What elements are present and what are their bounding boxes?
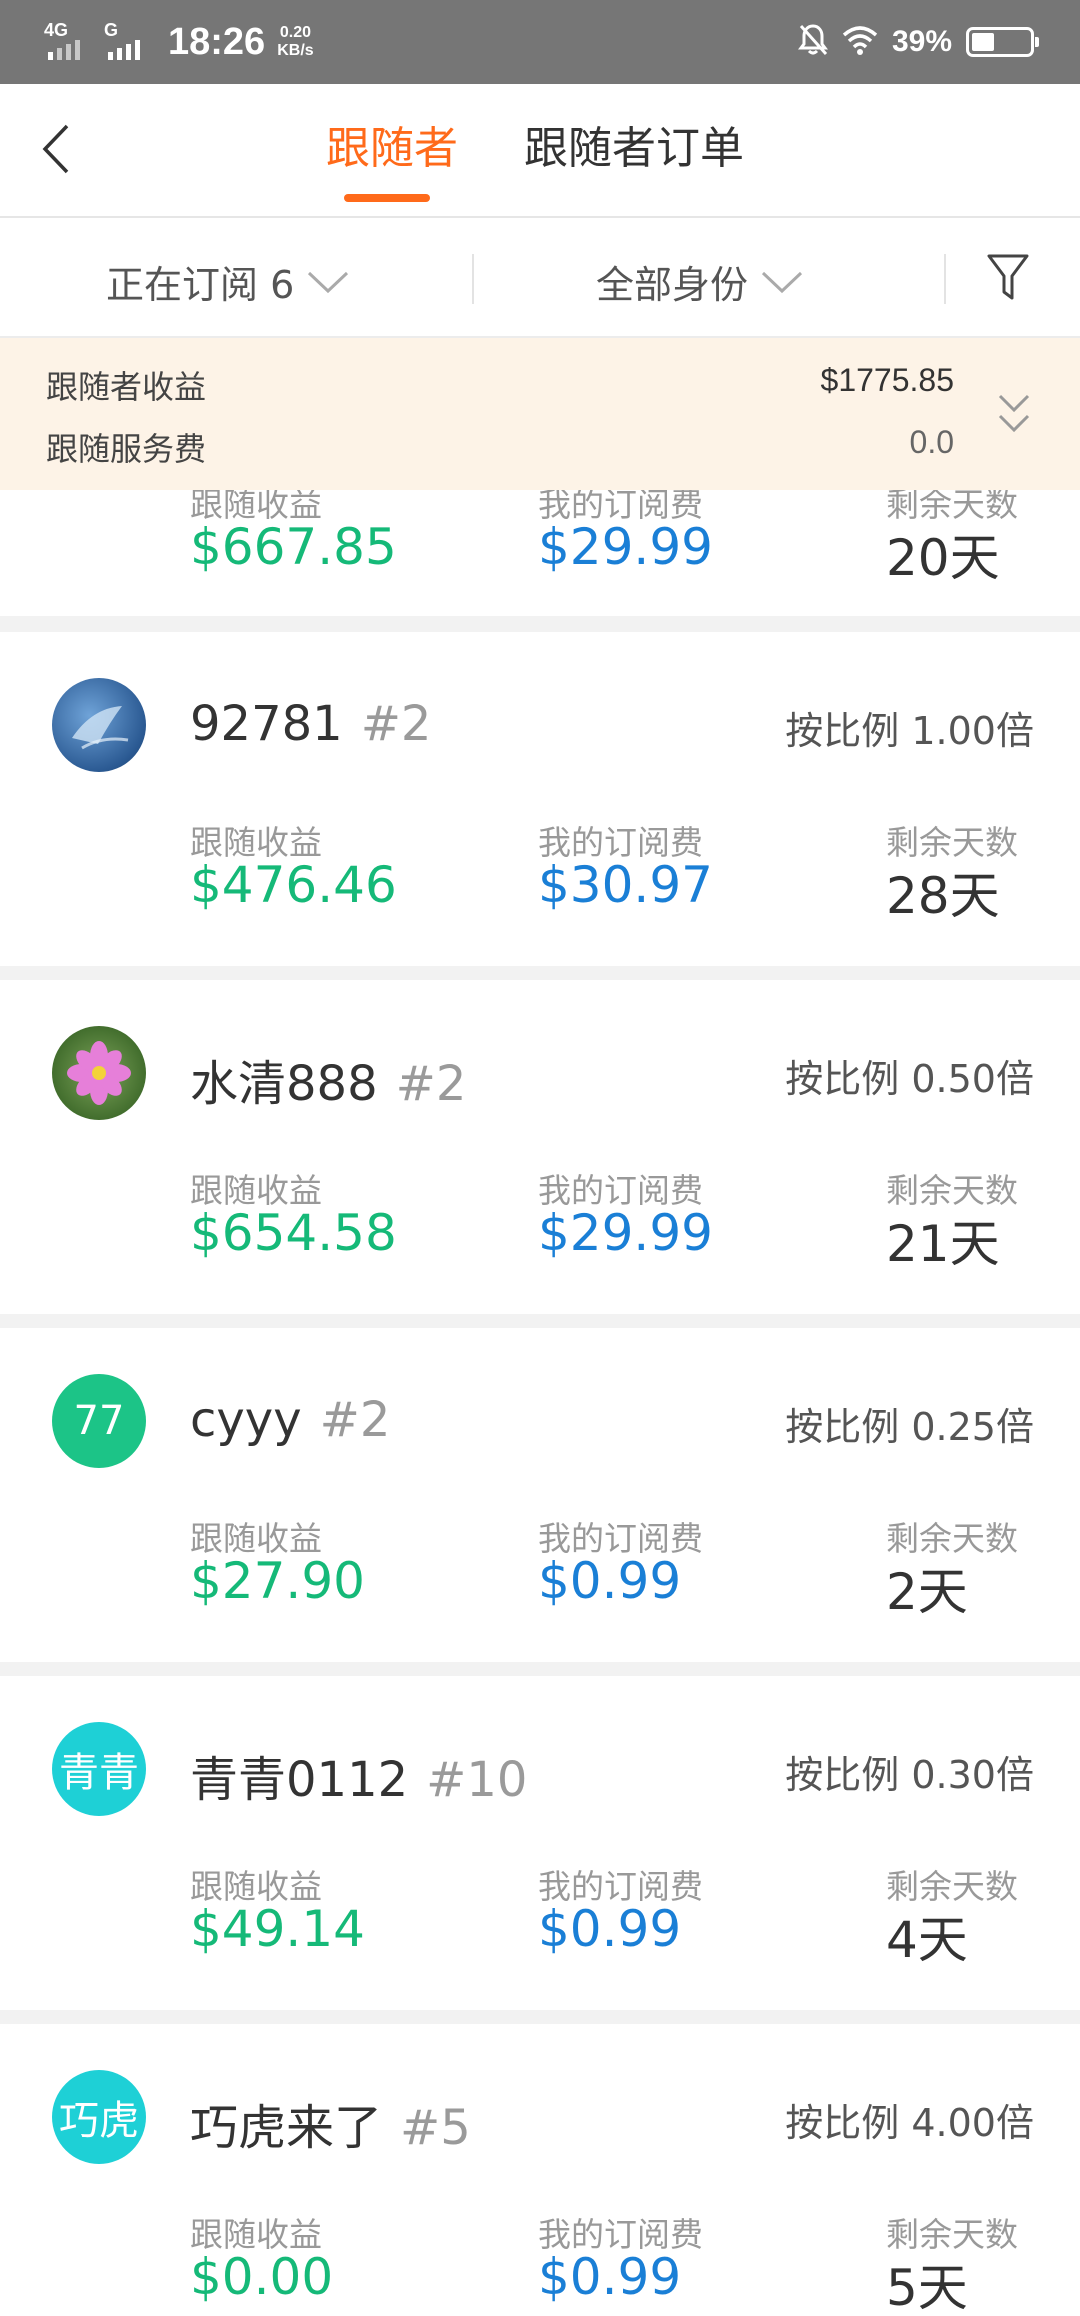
income-value: $667.85 <box>190 518 397 576</box>
days-value: 21天 <box>886 1215 1000 1273</box>
status-right: 39% <box>797 18 1039 66</box>
follower-card[interactable]: 77 cyyy #2 按比例 0.25倍 跟随收益 我的订阅费 剩余天数 $27.… <box>0 1328 1080 1662</box>
fee-value: $29.99 <box>538 1204 713 1262</box>
funnel-icon <box>987 254 1029 300</box>
days-value: 20天 <box>886 529 1000 587</box>
follower-name-text: 92781 <box>190 696 343 752</box>
follower-name: 青青0112 #10 <box>190 1740 527 1810</box>
chevron-down-icon <box>308 271 349 293</box>
chevron-left-icon <box>42 124 69 174</box>
follow-ratio: 按比例 1.00倍 <box>785 709 1034 753</box>
follower-rank: #5 <box>400 2100 471 2156</box>
follower-card[interactable]: 青青 青青0112 #10 按比例 0.30倍 跟随收益 我的订阅费 剩余天数 $… <box>0 1676 1080 2010</box>
network-type-label: G <box>104 20 119 40</box>
network-type-label: 4G <box>44 20 69 40</box>
top-nav: 跟随者 跟随者订单 <box>0 84 1080 218</box>
days-value: 2天 <box>886 1563 968 1621</box>
avatar <box>52 1026 146 1120</box>
avatar-initials: 77 <box>73 1398 125 1444</box>
avatar-initials: 青青 <box>59 1750 139 1796</box>
follower-rank: #10 <box>426 1752 528 1808</box>
tab-followers[interactable]: 跟随者 <box>326 112 458 176</box>
days-value: 5天 <box>886 2259 968 2316</box>
avatar: 77 <box>52 1374 146 1468</box>
follower-name-text: 巧虎来了 <box>190 2100 383 2156</box>
tab-follower-orders[interactable]: 跟随者订单 <box>524 112 744 176</box>
follower-card[interactable]: 巧虎 巧虎来了 #5 按比例 4.00倍 跟随收益 我的订阅费 剩余天数 $0.0… <box>0 2024 1080 2316</box>
fee-summary-label: 跟随服务费 <box>46 430 207 468</box>
fee-value: $0.99 <box>538 1552 682 1610</box>
speed-unit: KB/s <box>277 42 314 59</box>
subscription-filter-label: 正在订阅 6 <box>106 263 295 307</box>
follow-ratio: 按比例 0.25倍 <box>785 1405 1034 1449</box>
back-button[interactable] <box>26 114 86 184</box>
avatar: 青青 <box>52 1722 146 1816</box>
follower-name: 巧虎来了 #5 <box>190 2088 471 2158</box>
days-value: 28天 <box>886 867 1000 925</box>
signal-g-icon: G <box>104 20 154 64</box>
speed-value: 0.20 <box>279 24 311 41</box>
subscription-filter-dropdown[interactable]: 正在订阅 6 <box>106 254 350 309</box>
follower-name: 92781 #2 <box>190 696 431 752</box>
follow-ratio: 按比例 4.00倍 <box>785 2101 1034 2145</box>
divider <box>472 254 474 304</box>
double-chevron-down-icon <box>998 394 1030 433</box>
active-tab-indicator <box>344 194 430 202</box>
filter-funnel-button[interactable] <box>986 252 1030 306</box>
avatar-image <box>72 706 129 750</box>
fee-value: $29.99 <box>538 518 713 576</box>
status-left: 4G G 18:26 0.20 KB/s <box>44 18 314 66</box>
follower-card[interactable]: 92781 #2 按比例 1.00倍 跟随收益 我的订阅费 剩余天数 $476.4… <box>0 632 1080 966</box>
chevron-down-icon <box>761 271 803 293</box>
follower-name: cyyy #2 <box>190 1392 390 1448</box>
fee-value: $0.99 <box>538 1900 682 1958</box>
follow-ratio: 按比例 0.30倍 <box>785 1753 1034 1797</box>
status-bar: 4G G 18:26 0.20 KB/s 39% <box>0 0 1080 84</box>
flower-avatar-image <box>67 1041 131 1105</box>
follower-rank: #2 <box>360 696 432 752</box>
follower-rank: #2 <box>395 1056 467 1112</box>
income-summary-value: $1775.85 <box>820 362 954 398</box>
fee-summary-value: 0.0 <box>909 424 954 460</box>
avatar: 巧虎 <box>52 2070 146 2164</box>
filter-bar: 正在订阅 6 全部身份 <box>0 218 1080 338</box>
role-filter-dropdown[interactable]: 全部身份 <box>596 254 804 309</box>
days-value: 4天 <box>886 1911 968 1969</box>
avatar-initials: 巧虎 <box>59 2098 139 2144</box>
avatar <box>52 678 146 772</box>
battery-icon <box>966 27 1039 57</box>
income-summary-label: 跟随者收益 <box>46 368 207 406</box>
signal-4g-icon: 4G <box>44 20 94 64</box>
follower-card[interactable]: 水清888 #2 按比例 0.50倍 跟随收益 我的订阅费 剩余天数 $654.5… <box>0 980 1080 1314</box>
expand-summary-button[interactable] <box>996 392 1032 442</box>
battery-percent: 39% <box>891 25 952 58</box>
follower-name-text: 水清888 <box>190 1056 378 1112</box>
follower-name: 水清888 #2 <box>190 1044 466 1114</box>
fee-value: $0.99 <box>538 2248 682 2306</box>
page: 4G G 18:26 0.20 KB/s 39% 跟随者 跟随者订单 正在订阅 … <box>0 0 1080 2316</box>
follower-name-text: cyyy <box>190 1392 302 1448</box>
earnings-summary: 跟随者收益 $1775.85 跟随服务费 0.0 <box>0 338 1080 490</box>
wifi-icon <box>842 25 878 59</box>
income-value: $654.58 <box>190 1204 397 1262</box>
income-value: $27.90 <box>190 1552 365 1610</box>
divider <box>944 254 946 304</box>
follower-rank: #2 <box>319 1392 391 1448</box>
fee-value: $30.97 <box>538 856 713 914</box>
income-value: $476.46 <box>190 856 397 914</box>
follower-name-text: 青青0112 <box>190 1752 409 1808</box>
follow-ratio: 按比例 0.50倍 <box>785 1057 1034 1101</box>
mute-bell-icon <box>797 23 828 61</box>
network-speed: 0.20 KB/s <box>277 24 313 60</box>
income-value: $49.14 <box>190 1900 365 1958</box>
income-value: $0.00 <box>190 2248 334 2306</box>
clock: 18:26 <box>168 20 266 63</box>
role-filter-label: 全部身份 <box>596 263 749 307</box>
